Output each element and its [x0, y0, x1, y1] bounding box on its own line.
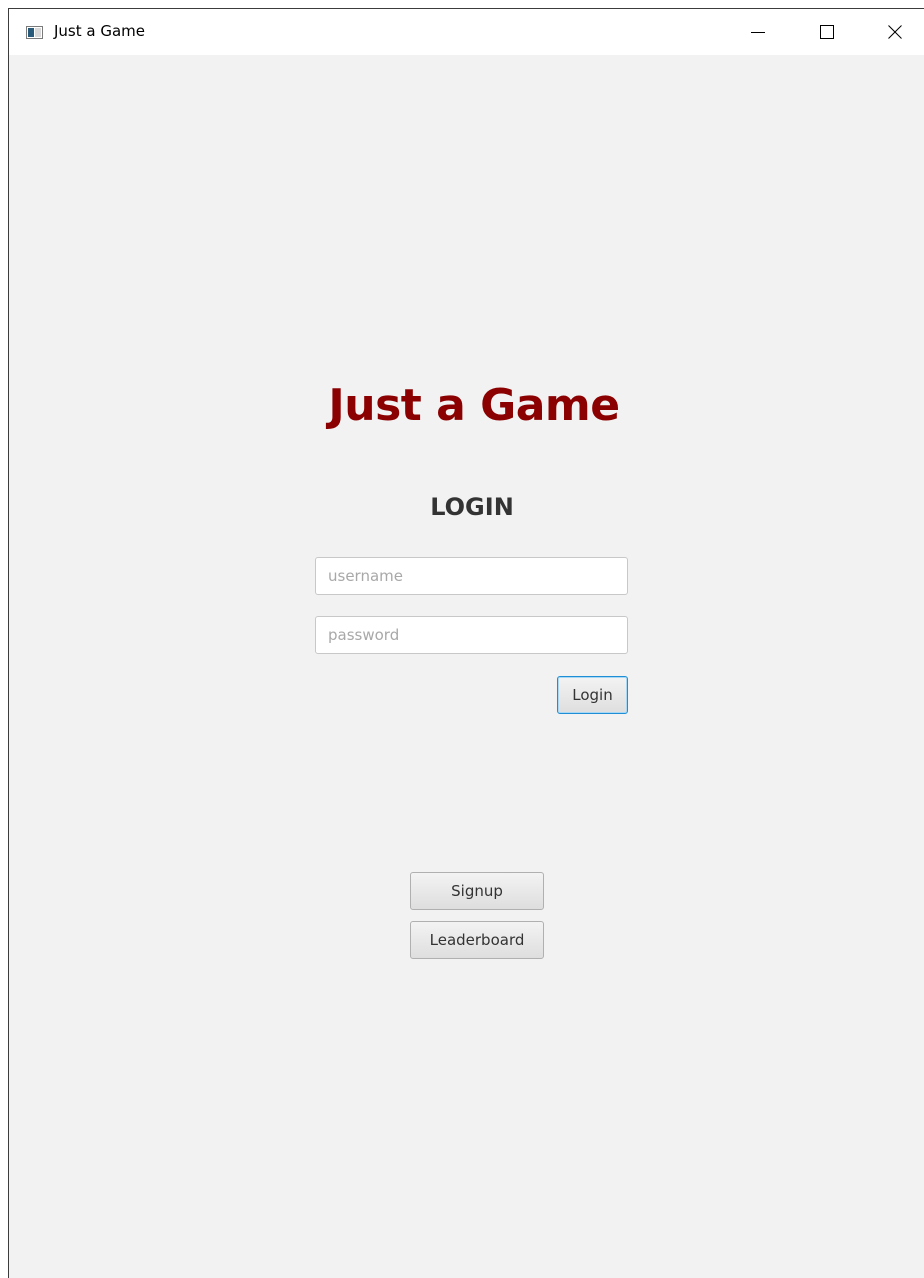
minimize-icon: [751, 32, 765, 33]
game-title: Just a Game: [328, 380, 620, 431]
title-bar[interactable]: Just a Game: [9, 9, 924, 55]
app-icon: [26, 26, 43, 39]
minimize-button[interactable]: [735, 9, 781, 55]
signup-button[interactable]: Signup: [410, 872, 544, 910]
login-button[interactable]: Login: [557, 676, 628, 714]
username-input[interactable]: [315, 557, 628, 595]
maximize-icon: [820, 25, 834, 39]
close-icon: [888, 25, 902, 39]
login-heading: LOGIN: [430, 493, 514, 521]
leaderboard-button[interactable]: Leaderboard: [410, 921, 544, 959]
app-window: Just a Game Just a Game LOGIN Login Sign…: [8, 8, 924, 1278]
close-button[interactable]: [872, 9, 918, 55]
maximize-button[interactable]: [804, 9, 850, 55]
content-area: Just a Game LOGIN Login Signup Leaderboa…: [9, 55, 924, 1278]
window-title: Just a Game: [54, 22, 146, 40]
password-input[interactable]: [315, 616, 628, 654]
